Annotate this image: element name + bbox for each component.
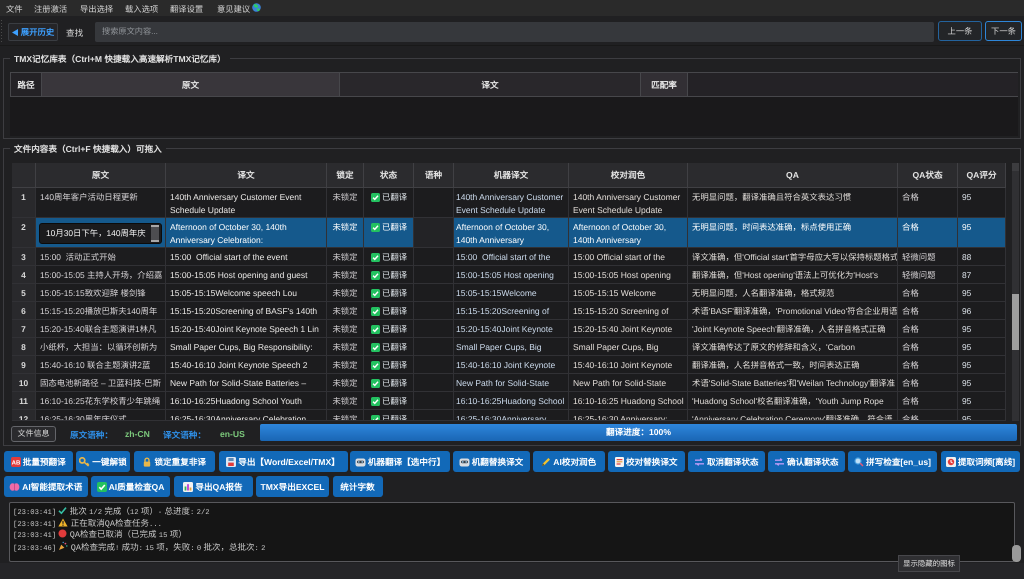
svg-text:AB: AB [11,459,20,466]
